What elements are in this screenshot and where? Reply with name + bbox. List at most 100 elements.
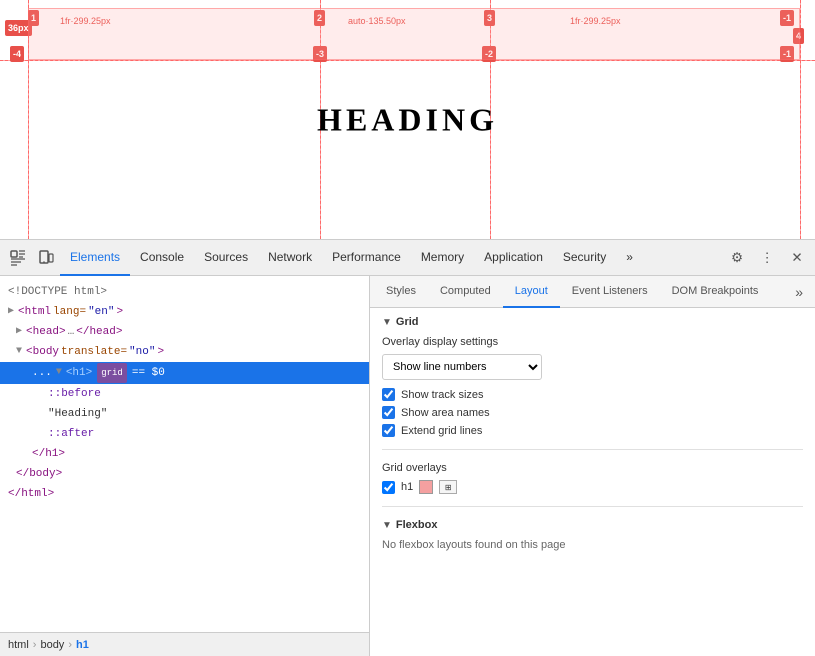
h1-tag: <h1> (66, 364, 92, 382)
settings-button[interactable]: ⚙ (723, 244, 751, 272)
overlay-h1-row: h1 ⊞ (382, 480, 803, 494)
elem-after[interactable]: ::after (0, 424, 369, 444)
checkbox-track-sizes: Show track sizes (382, 388, 803, 401)
area-names-label: Show area names (401, 407, 490, 419)
panel-tab-event-listeners[interactable]: Event Listeners (560, 276, 660, 308)
tab-console[interactable]: Console (130, 240, 194, 276)
no-flexbox-message: No flexbox layouts found on this page (382, 539, 803, 551)
panel-tab-computed[interactable]: Computed (428, 276, 503, 308)
grid-section-title: Grid (396, 316, 419, 328)
tab-elements[interactable]: Elements (60, 240, 130, 276)
translate-val: "no" (129, 343, 155, 361)
elements-content: <!DOCTYPE html> ▶ <html lang= "en" > ▶ <… (0, 276, 369, 632)
flexbox-arrow: ▼ (382, 520, 392, 531)
elem-html[interactable]: ▶ <html lang= "en" > (0, 302, 369, 322)
grid-badge-inline: grid (97, 363, 127, 383)
elements-panel: <!DOCTYPE html> ▶ <html lang= "en" > ▶ <… (0, 276, 370, 656)
lang-val: "en" (88, 303, 114, 321)
before-pseudo: ::before (48, 385, 101, 403)
grid-arrow: ▼ (382, 317, 392, 328)
tab-application[interactable]: Application (474, 240, 553, 276)
tab-sources[interactable]: Sources (194, 240, 258, 276)
elem-body-close[interactable]: </body> (0, 464, 369, 484)
elem-head[interactable]: ▶ <head> … </head> (0, 322, 369, 342)
tab-performance[interactable]: Performance (322, 240, 411, 276)
elem-html-close[interactable]: </html> (0, 484, 369, 504)
breadcrumb-sep2: › (68, 639, 72, 651)
h1-close-tag: </h1> (32, 445, 65, 463)
track-sizes-checkbox[interactable] (382, 388, 395, 401)
head-arrow: ▶ (16, 323, 22, 341)
heading-textnode: "Heading" (48, 405, 107, 423)
body-tag: <body (26, 343, 59, 361)
translate-attr: translate= (61, 343, 127, 361)
flexbox-section-title: Flexbox (396, 519, 438, 531)
tab-security[interactable]: Security (553, 240, 616, 276)
grid-overlays-section: Grid overlays h1 ⊞ (382, 462, 803, 494)
html-tag-close: > (116, 303, 123, 321)
flexbox-section: ▼ Flexbox No flexbox layouts found on th… (382, 519, 803, 551)
panel-tab-dom-breakpoints[interactable]: DOM Breakpoints (660, 276, 771, 308)
toolbar-right-icons: ⚙ ⋮ ✕ (723, 244, 811, 272)
tab-network[interactable]: Network (258, 240, 322, 276)
body-tag-close: > (157, 343, 164, 361)
dots-indicator: ... (32, 364, 52, 382)
doctype-text: <!DOCTYPE html> (8, 283, 107, 301)
h1-equals: == $0 (132, 364, 165, 382)
elem-body[interactable]: ▼ <body translate= "no" > (0, 342, 369, 362)
checkbox-area-names: Show area names (382, 406, 803, 419)
section-divider-1 (382, 449, 803, 450)
lang-attr: lang= (53, 303, 86, 321)
elem-h1[interactable]: ... ▼ <h1> grid == $0 (0, 362, 369, 384)
extend-grid-label: Extend grid lines (401, 425, 482, 437)
flexbox-section-header[interactable]: ▼ Flexbox (382, 519, 803, 531)
heading-text: HEADING (317, 101, 498, 138)
panel-tab-styles[interactable]: Styles (374, 276, 428, 308)
elem-heading-text[interactable]: "Heading" (0, 404, 369, 424)
overlay-h1-checkbox[interactable] (382, 481, 395, 494)
elem-before[interactable]: ::before (0, 384, 369, 404)
html-close-tag: </html> (8, 485, 54, 503)
head-ellipsis: … (68, 323, 75, 341)
after-pseudo: ::after (48, 425, 94, 443)
expand-arrow: ▶ (8, 303, 14, 321)
checkbox-extend-grid: Extend grid lines (382, 424, 803, 437)
elem-doctype[interactable]: <!DOCTYPE html> (0, 282, 369, 302)
devtools-toolbar: Elements Console Sources Network Perform… (0, 240, 815, 276)
overlay-settings-title: Overlay display settings (382, 336, 803, 348)
tab-more[interactable]: » (616, 240, 643, 276)
close-button[interactable]: ✕ (783, 244, 811, 272)
device-toggle-button[interactable] (32, 244, 60, 272)
more-options-button[interactable]: ⋮ (753, 244, 781, 272)
breadcrumb-sep1: › (33, 639, 37, 651)
right-panel: Styles Computed Layout Event Listeners D… (370, 276, 815, 656)
element-picker-button[interactable] (4, 244, 32, 272)
line-numbers-dropdown[interactable]: Show line numbers Show track sizes Hide … (382, 354, 542, 380)
overlay-grid-icon[interactable]: ⊞ (439, 480, 457, 494)
panel-tabs: Styles Computed Layout Event Listeners D… (370, 276, 815, 308)
tab-memory[interactable]: Memory (411, 240, 474, 276)
panel-tab-layout[interactable]: Layout (503, 276, 560, 308)
body-close-tag: </body> (16, 465, 62, 483)
area-names-checkbox[interactable] (382, 406, 395, 419)
h1-arrow: ▼ (56, 364, 62, 382)
breadcrumb-bar: html › body › h1 (0, 632, 369, 656)
elem-h1-close[interactable]: </h1> (0, 444, 369, 464)
panel-tab-more[interactable]: » (787, 284, 811, 300)
devtools-body: <!DOCTYPE html> ▶ <html lang= "en" > ▶ <… (0, 276, 815, 656)
head-close: </head> (76, 323, 122, 341)
preview-area: 36px 1fr·299.25px auto·135.50px 1fr·299.… (0, 0, 815, 240)
overlay-color-swatch[interactable] (419, 480, 433, 494)
overlay-h1-label: h1 (401, 481, 413, 493)
breadcrumb-body[interactable]: body (40, 639, 64, 651)
breadcrumb-html[interactable]: html (8, 639, 29, 651)
section-divider-2 (382, 506, 803, 507)
grid-line-h1 (0, 60, 815, 61)
overlays-title: Grid overlays (382, 462, 803, 474)
heading-element-highlight (28, 8, 800, 60)
panel-content: ▼ Grid Overlay display settings Show lin… (370, 308, 815, 656)
grid-section-header[interactable]: ▼ Grid (382, 316, 803, 328)
breadcrumb-h1[interactable]: h1 (76, 639, 89, 651)
grid-badge-neg4: -4 (10, 46, 24, 62)
extend-grid-checkbox[interactable] (382, 424, 395, 437)
